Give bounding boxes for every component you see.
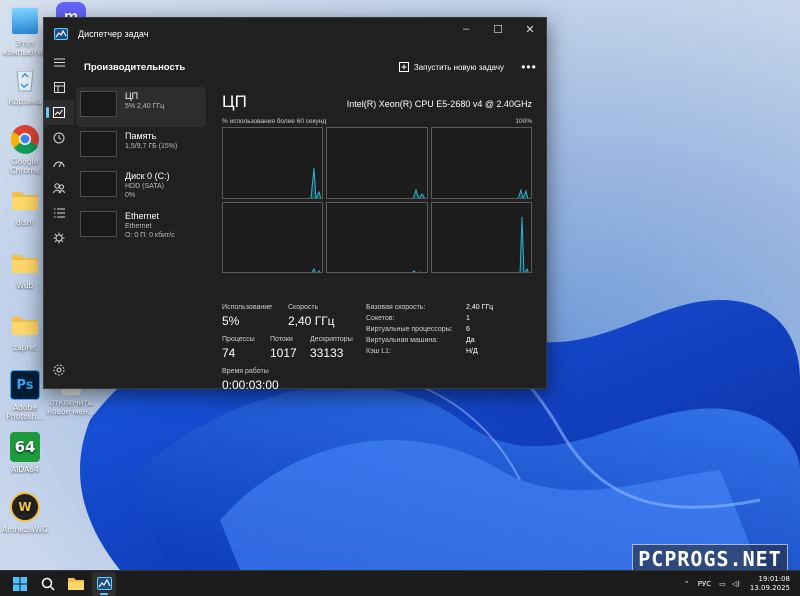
network-icon[interactable]: ▭ [719, 580, 726, 588]
folder-icon [10, 248, 40, 278]
maximize-button[interactable]: ☐ [482, 18, 514, 40]
spec-row: Виртуальная машина: Да [366, 337, 475, 344]
title-bar[interactable]: Диспетчер задач – ☐ ✕ [44, 18, 546, 50]
start-button[interactable] [8, 572, 32, 596]
new-task-icon [398, 62, 409, 72]
cpu-core-graph [326, 127, 428, 199]
amneziawg-icon: W [10, 492, 40, 522]
nav-users-icon[interactable] [44, 175, 74, 200]
desktop-icon-photoshop[interactable]: Ps Adobe Photosh... [2, 370, 48, 421]
spec-row: Базовая скорость: 2,40 ГГц [366, 304, 494, 311]
window-title: Диспетчер задач [78, 29, 149, 39]
language-indicator[interactable]: РУС [698, 580, 711, 588]
nav-processes-icon[interactable] [44, 75, 74, 100]
desktop-icon-dism[interactable]: dism [2, 185, 48, 227]
clock[interactable]: 19:01:08 13.09.2025 [750, 575, 790, 593]
monitor-icon [10, 6, 40, 36]
volume-icon[interactable]: ◁) [732, 580, 740, 588]
aida64-icon: 64 [10, 432, 40, 462]
device-ethernet[interactable]: Ethernet Ethernet О: 0 П: 0 кбит/с [76, 207, 206, 247]
run-new-task-button[interactable]: Запустить новую задачу [398, 62, 504, 72]
nav-performance-icon[interactable] [44, 100, 74, 125]
graph-axis-label: % использования более 60 секунд [222, 118, 327, 125]
minimize-button[interactable]: – [450, 18, 482, 40]
desktop-icon-recycle-bin[interactable]: Корзина [2, 64, 48, 106]
desktop-icon-aida64[interactable]: 64 AIDA64 [2, 432, 48, 474]
folder-icon [68, 578, 84, 590]
windows-logo-icon [13, 576, 27, 591]
ethernet-thumbnail [80, 211, 117, 237]
stat-speed: Скорость 2,40 ГГц [288, 304, 335, 328]
stat-handles: Дескрипторы 33133 [310, 336, 353, 360]
cpu-thumbnail [80, 91, 117, 117]
device-cpu[interactable]: ЦП 5% 2,40 ГГц [76, 87, 206, 127]
search-button[interactable] [36, 572, 60, 596]
system-tray: ⌃ РУС ▭ ◁) 19:01:08 13.09.2025 [684, 575, 800, 593]
cpu-specs: Базовая скорость: 2,40 ГГц Сокетов: 1 Вирт… [366, 304, 536, 359]
cpu-core-graph [222, 201, 324, 273]
cpu-model: Intel(R) Xeon(R) CPU E5-2680 v4 @ 2.40GH… [346, 99, 532, 109]
device-memory[interactable]: Память 1,5/9,7 ГБ (15%) [76, 127, 206, 167]
cpu-title: ЦП [222, 92, 247, 111]
desktop-icon-this-pc[interactable]: Этот компьютер [2, 6, 48, 57]
close-button[interactable]: ✕ [514, 18, 546, 40]
stat-threads: Потоки 1017 [270, 336, 297, 360]
folder-icon [10, 185, 40, 215]
stat-processes: Процессы 74 [222, 336, 255, 360]
desktop-icon-amneziawg[interactable]: W AmneziaWG [2, 492, 48, 534]
taskbar: ⌃ РУС ▭ ◁) 19:01:08 13.09.2025 [0, 570, 800, 596]
task-manager-window[interactable]: Диспетчер задач – ☐ ✕ Производительность… [43, 17, 547, 392]
photoshop-icon: Ps [10, 370, 40, 400]
stat-uptime: Время работы 0:00:03:00 [222, 368, 279, 392]
memory-thumbnail [80, 131, 117, 157]
hamburger-menu-icon[interactable] [44, 50, 74, 75]
task-manager-icon [54, 27, 68, 41]
desktop-icon-zapret[interactable]: zapret [2, 310, 48, 352]
nav-app-history-icon[interactable] [44, 125, 74, 150]
file-explorer-button[interactable] [64, 572, 88, 596]
chrome-icon [10, 124, 40, 154]
nav-startup-icon[interactable] [44, 150, 74, 175]
more-options-button[interactable]: ••• [520, 60, 538, 74]
spec-row: Сокетов: 1 [366, 315, 470, 322]
folder-icon [10, 310, 40, 340]
page-title: Производительность [84, 61, 186, 73]
task-manager-icon [96, 577, 112, 590]
desktop-icon-chrome[interactable]: Google Chrome [2, 124, 48, 175]
spec-row: Виртуальные процессоры: 6 [366, 326, 470, 333]
disk-thumbnail [80, 171, 117, 197]
cpu-core-graph [430, 127, 532, 199]
recycle-bin-icon [10, 64, 40, 94]
search-icon [41, 577, 55, 591]
nav-settings-icon[interactable] [44, 357, 74, 382]
device-disk[interactable]: Диск 0 (C:) HDD (SATA) 0% [76, 167, 206, 207]
device-list: ЦП 5% 2,40 ГГц Память 1,5/9,7 ГБ (15%) Д… [76, 87, 206, 247]
spec-row: Кэш L1: Н/Д [366, 348, 478, 355]
cpu-graphs [222, 127, 532, 273]
cpu-core-graph [430, 201, 532, 273]
cpu-detail-panel: ЦП Intel(R) Xeon(R) CPU E5-2680 v4 @ 2.4… [214, 80, 546, 392]
graph-axis-max: 100% [515, 118, 532, 125]
nav-details-icon[interactable] [44, 200, 74, 225]
nav-rail [44, 50, 74, 388]
nav-services-icon[interactable] [44, 225, 74, 250]
stat-usage: Использование 5% [222, 304, 273, 328]
tray-chevron-icon[interactable]: ⌃ [684, 580, 690, 588]
desktop-icon-wub[interactable]: Wub [2, 248, 48, 290]
cpu-core-graph [222, 127, 324, 199]
cpu-core-graph [326, 201, 428, 273]
task-manager-taskbar-button[interactable] [92, 571, 116, 596]
page-header: Производительность Запустить новую задач… [74, 54, 546, 80]
